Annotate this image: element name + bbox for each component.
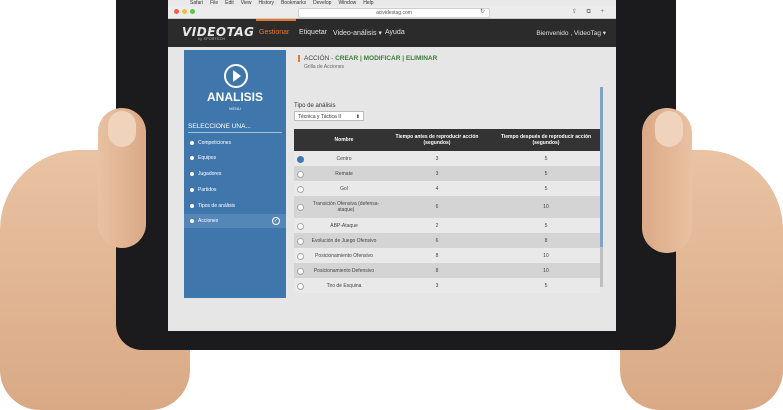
reload-icon[interactable]: ↻: [480, 8, 485, 15]
tablet-screen: Safari File Edit View History Bookmarks …: [168, 0, 616, 331]
main-panel: ACCIÓN - CREAR | MODIFICAR | ELIMINAR Gr…: [292, 47, 604, 307]
sidebar-item-acciones[interactable]: Acciones ✓: [184, 214, 286, 228]
sidebar-item-label: Jugadores: [198, 171, 222, 177]
tipo-analisis-select[interactable]: Técnica y Táctica II ⬍: [294, 111, 364, 121]
header-tiempo-antes: Tiempo antes de reproducir acción (segun…: [395, 134, 479, 146]
cell-nombre: Posicionamiento Defensivo: [313, 267, 375, 274]
table-row[interactable]: ABP-Ataque 2 5: [294, 218, 600, 233]
cell-nombre: Remate: [335, 170, 353, 177]
cell-despues: 8: [544, 237, 548, 244]
breadcrumb: ACCIÓN - CREAR | MODIFICAR | ELIMINAR: [298, 55, 437, 62]
share-icon[interactable]: ⇪ ⧉ +: [572, 8, 608, 16]
nav-video-analisis[interactable]: Video-análisis ▾: [333, 29, 382, 37]
cell-despues: 10: [543, 204, 549, 210]
cell-nombre: Tiro de Esquina: [326, 282, 362, 289]
page-subtitle: Grilla de Acciones: [304, 64, 345, 70]
sidebar-subtitle: MENU: [229, 106, 241, 111]
sidebar-item-label: Partidos: [198, 187, 217, 193]
cell-despues: 5: [544, 155, 548, 162]
table-row[interactable]: Evolución de Juego Ofensivo 6 8: [294, 233, 600, 248]
sidebar-divider: [188, 132, 282, 133]
minimize-window-button[interactable]: [182, 9, 187, 14]
sidebar-item-tipos-de-analisis[interactable]: Tipos de análisis: [184, 199, 286, 213]
cell-nombre: ABP-Ataque: [330, 222, 358, 229]
sidebar-item-label: Competiciones: [198, 140, 232, 146]
right-thumbnail: [655, 111, 683, 147]
bullet-icon: [190, 219, 194, 223]
left-thumbnail: [108, 111, 136, 147]
sidebar-item-label: Acciones: [198, 218, 219, 224]
cell-antes: 3: [435, 170, 439, 177]
address-bar[interactable]: acividestag.com: [298, 8, 490, 18]
cell-nombre: Centro: [336, 155, 352, 162]
check-icon: ✓: [272, 217, 280, 225]
sidebar-item-jugadores[interactable]: Jugadores: [184, 167, 286, 181]
cell-antes: 3: [435, 282, 439, 289]
table-row[interactable]: Gol 4 5: [294, 181, 600, 196]
bullet-icon: [190, 204, 194, 208]
cell-antes: 8: [435, 252, 439, 259]
table-row[interactable]: Posicionamiento Defensivo 8 10: [294, 263, 600, 278]
table-row[interactable]: Centro 3 5: [294, 151, 600, 166]
user-menu[interactable]: Bienvenido , VideoTag ▾: [536, 29, 606, 37]
play-icon: [224, 64, 248, 88]
active-nav-indicator: [256, 19, 296, 21]
chevron-down-icon: ⬍: [355, 114, 360, 120]
page-content: ANALISIS MENU SELECCIONE UNA... Competic…: [168, 47, 616, 331]
zoom-window-button[interactable]: [190, 9, 195, 14]
sidebar-select-label: SELECCIONE UNA...: [188, 123, 251, 130]
window-controls: [174, 9, 195, 14]
cell-antes: 3: [435, 155, 439, 162]
tipo-analisis-value: Técnica y Táctica II: [298, 114, 341, 120]
cell-despues: 5: [544, 170, 548, 177]
cell-despues: 5: [544, 222, 548, 229]
header-nombre: Nombre: [334, 137, 354, 143]
cell-nombre: Gol: [340, 185, 348, 192]
bullet-icon: [190, 172, 194, 176]
table-row[interactable]: Remate 3 5: [294, 166, 600, 181]
sidebar-item-label: Equipos: [198, 155, 217, 161]
breadcrumb-actions[interactable]: CREAR | MODIFICAR | ELIMINAR: [335, 55, 437, 62]
nav-etiquetar[interactable]: Etiquetar: [299, 29, 327, 36]
app-navbar: VIDEOTAG by SPORTECH Gestionar Etiquetar…: [168, 19, 616, 47]
cell-nombre: Evolución de Juego Ofensivo: [311, 237, 377, 244]
sidebar-item-label: Tipos de análisis: [198, 203, 236, 209]
vertical-scrollbar[interactable]: [600, 87, 603, 287]
sidebar-item-partidos[interactable]: Partidos: [184, 183, 286, 197]
bullet-icon: [190, 188, 194, 192]
sidebar-title: ANALISIS: [206, 90, 263, 104]
scrollbar-thumb[interactable]: [600, 87, 603, 247]
acciones-table: Nombre Tiempo antes de reproducir acción…: [294, 129, 600, 293]
cell-antes: 4: [435, 185, 439, 192]
table-row[interactable]: Posicionamiento Ofensivo 8 10: [294, 248, 600, 263]
cell-despues: 10: [543, 267, 549, 274]
cell-nombre: Posicionamiento Ofensivo: [315, 252, 373, 259]
logo-subtitle: by SPORTECH: [198, 37, 226, 41]
nav-ayuda[interactable]: Ayuda: [385, 29, 405, 36]
browser-toolbar: acividestag.com ↻ ⇪ ⧉ +: [168, 6, 616, 19]
table-row[interactable]: Tiro de Esquina 3 5: [294, 278, 600, 293]
tipo-analisis-label: Tipo de análisis: [294, 103, 336, 109]
cell-antes: 6: [435, 204, 439, 210]
cell-despues: 5: [544, 282, 548, 289]
sidebar-item-equipos[interactable]: Equipos: [184, 151, 286, 165]
cell-despues: 5: [544, 185, 548, 192]
cell-nombre: Transición Ofensiva (defensa-ataque): [312, 201, 380, 213]
row-radio[interactable]: [297, 204, 304, 211]
close-window-button[interactable]: [174, 9, 179, 14]
header-tiempo-despues: Tiempo después de reproducir acción (seg…: [500, 134, 592, 146]
breadcrumb-prefix: ACCIÓN -: [304, 55, 336, 62]
sidebar: ANALISIS MENU SELECCIONE UNA... Competic…: [184, 50, 286, 298]
table-row[interactable]: Transición Ofensiva (defensa-ataque) 6 1…: [294, 196, 600, 218]
table-header: Nombre Tiempo antes de reproducir acción…: [294, 129, 600, 151]
cell-despues: 10: [543, 252, 549, 259]
cell-antes: 2: [435, 222, 439, 229]
cell-antes: 8: [435, 267, 439, 274]
bullet-icon: [190, 156, 194, 160]
sidebar-item-competiciones[interactable]: Competiciones: [184, 136, 286, 150]
cell-antes: 6: [435, 237, 439, 244]
bullet-icon: [190, 141, 194, 145]
nav-gestionar[interactable]: Gestionar: [259, 29, 289, 36]
